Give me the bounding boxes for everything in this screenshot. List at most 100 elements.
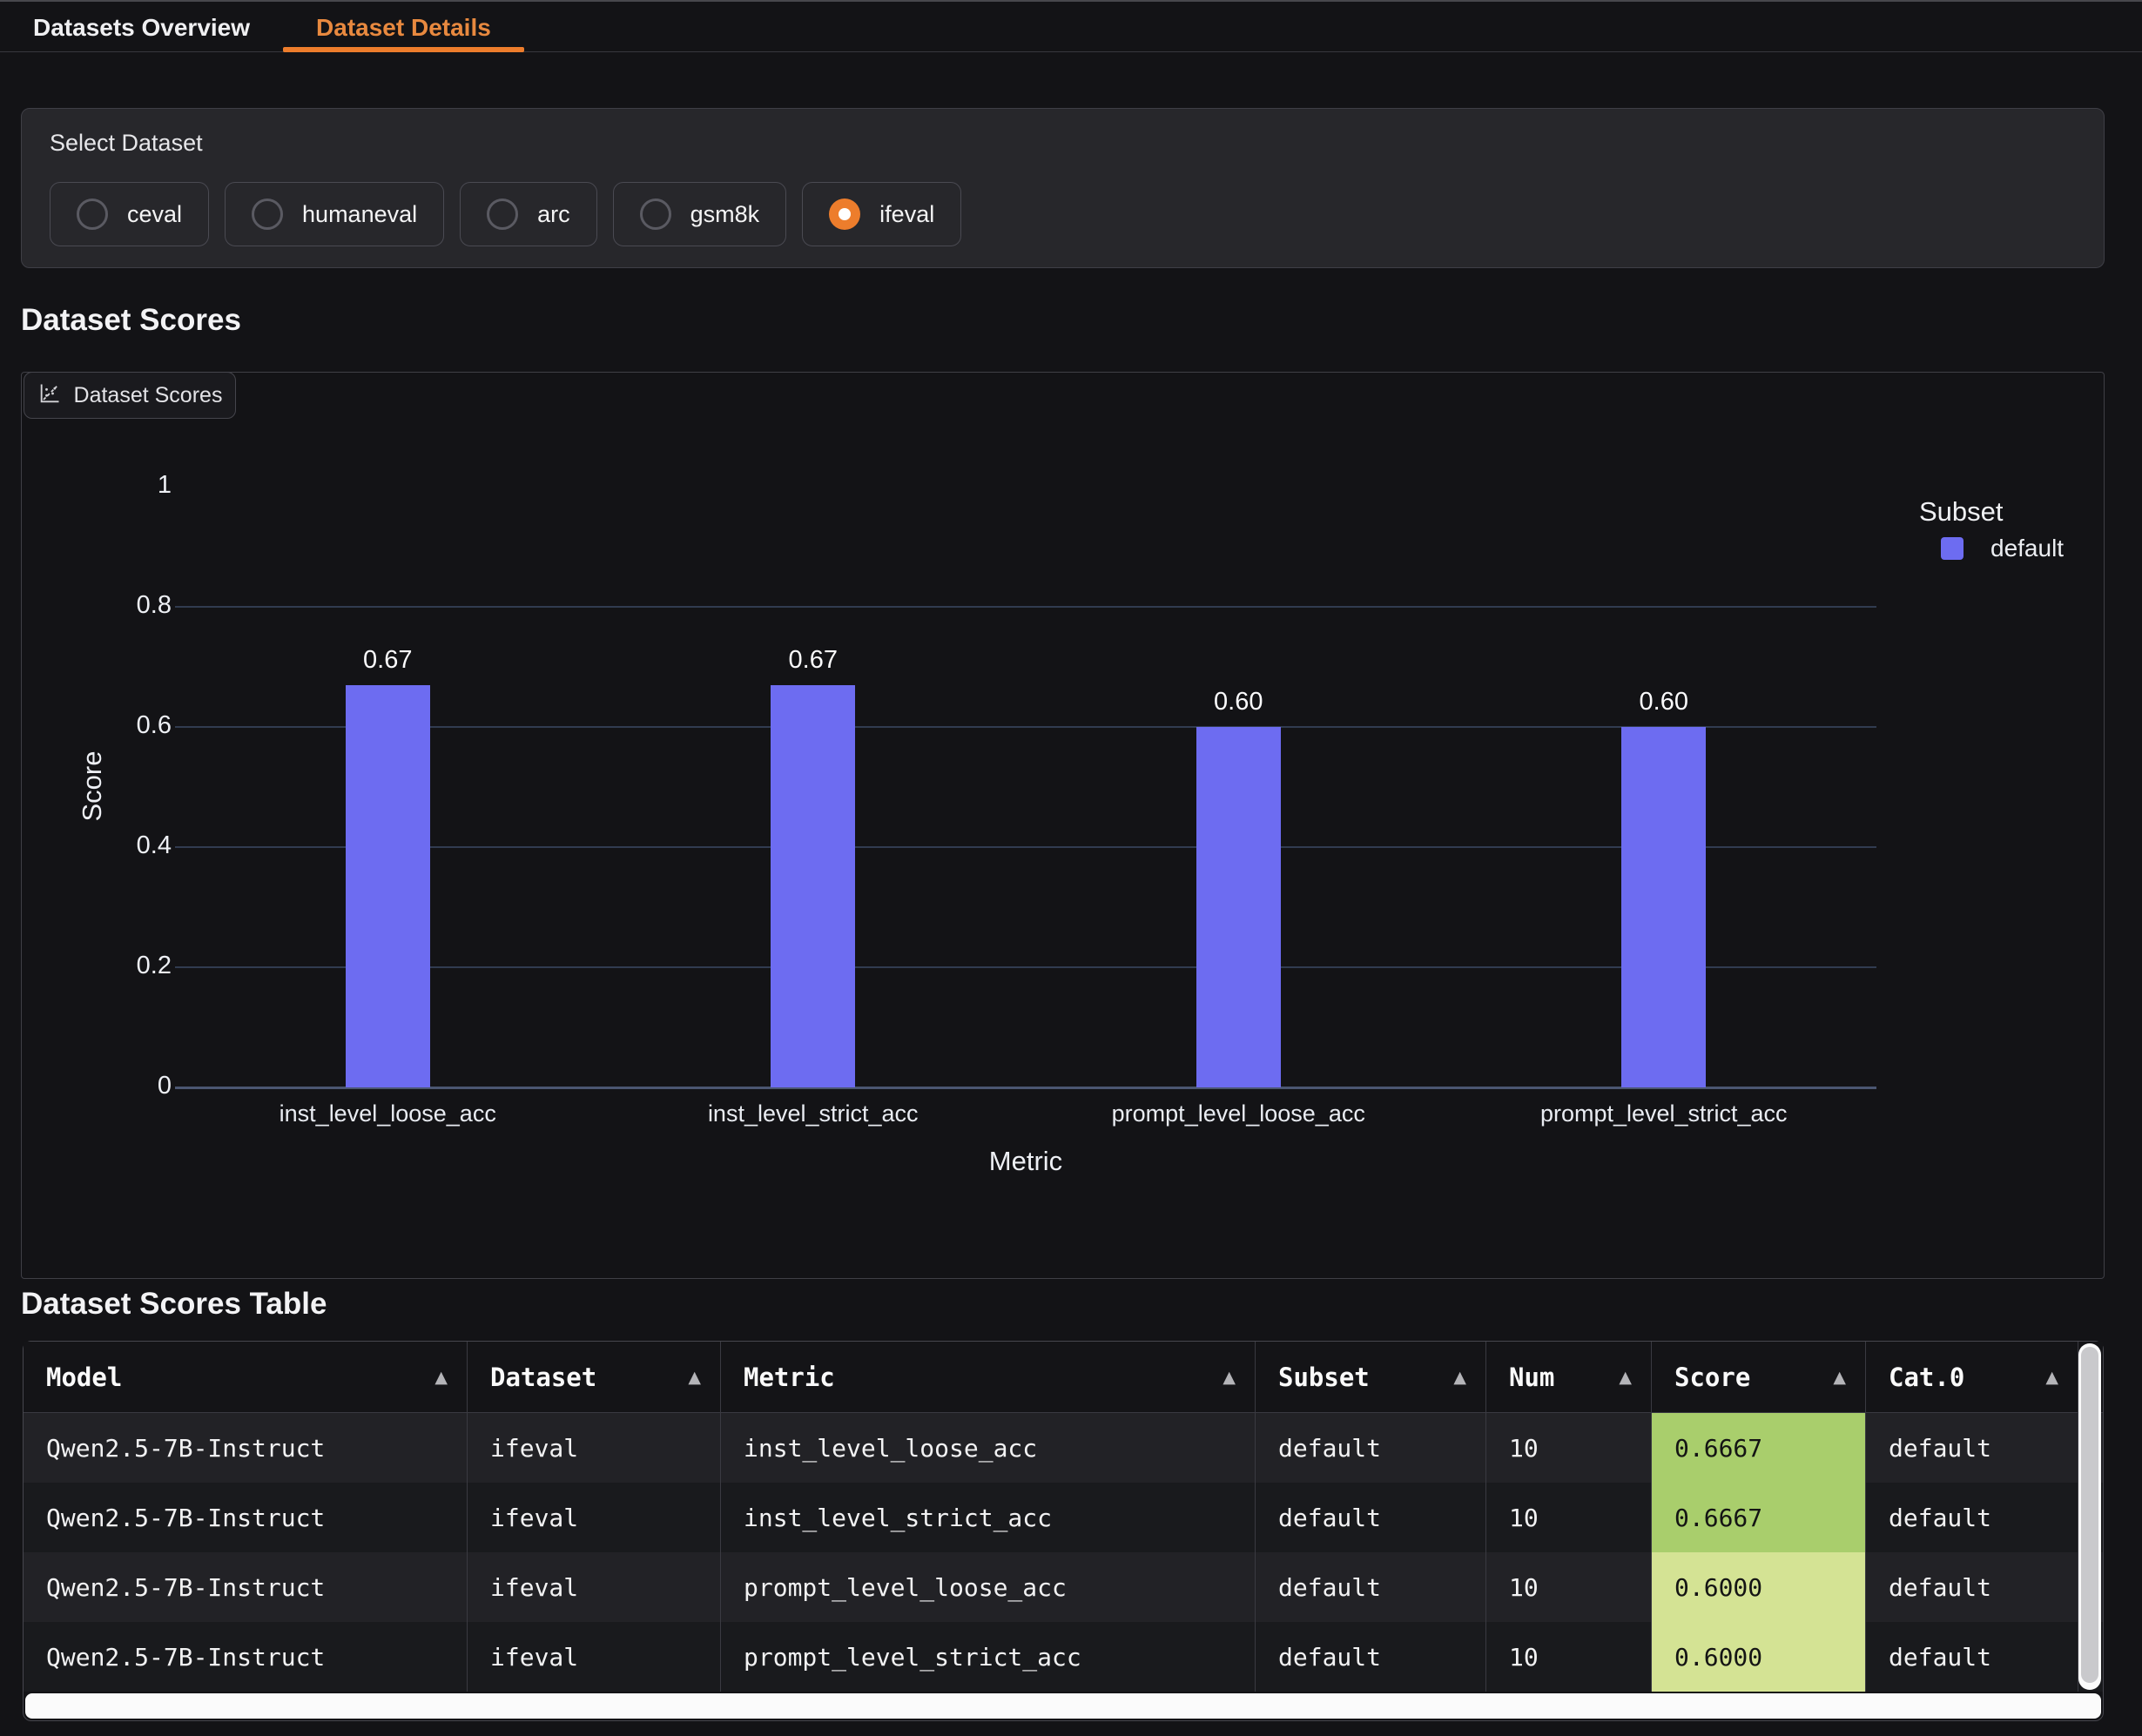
y-axis-tick-label: 0	[67, 1072, 172, 1100]
cell-model[interactable]: Qwen2.5-7B-Instruct	[24, 1483, 468, 1552]
bar-chart: Score00.20.40.60.810.67inst_level_loose_…	[22, 373, 2104, 1278]
cell-model[interactable]: Qwen2.5-7B-Instruct	[24, 1622, 468, 1692]
sort-arrow-icon[interactable]: ▲	[1619, 1368, 1632, 1387]
cell-score[interactable]: 0.6667	[1652, 1483, 1866, 1552]
column-header-label: Score	[1674, 1363, 1750, 1392]
sort-arrow-icon[interactable]: ▲	[1223, 1368, 1236, 1387]
cell-dataset[interactable]: ifeval	[468, 1483, 721, 1552]
sort-arrow-icon[interactable]: ▲	[434, 1368, 448, 1387]
table-row: Qwen2.5-7B-Instructifevalinst_level_stri…	[24, 1483, 2103, 1552]
x-axis-title: Metric	[895, 1146, 1156, 1177]
bar-value-label: 0.60	[1603, 688, 1725, 717]
chart-tab-label: Dataset Scores	[74, 383, 223, 408]
cell-dataset[interactable]: ifeval	[468, 1552, 721, 1622]
cell-num[interactable]: 10	[1486, 1413, 1652, 1483]
table-horizontal-scrollbar[interactable]	[25, 1693, 2101, 1719]
cell-score[interactable]: 0.6000	[1652, 1552, 1866, 1622]
cell-num[interactable]: 10	[1486, 1622, 1652, 1692]
vertical-scrollbar-thumb[interactable]	[2081, 1347, 2098, 1683]
y-axis-tick-label: 0.6	[67, 711, 172, 740]
x-axis-tick-label: inst_level_strict_acc	[609, 1100, 1018, 1127]
radio-option-label: ceval	[127, 201, 182, 228]
y-axis-tick-label: 0.2	[67, 952, 172, 980]
radio-circle-icon	[487, 198, 518, 230]
select-dataset-label: Select Dataset	[50, 130, 203, 157]
y-axis-tick-label: 0.8	[67, 591, 172, 620]
column-header-num[interactable]: Num ▲	[1486, 1342, 1652, 1412]
cell-metric[interactable]: prompt_level_loose_acc	[721, 1552, 1256, 1622]
bar-value-label: 0.67	[327, 646, 448, 675]
legend-entry-default[interactable]: default	[1990, 535, 2064, 562]
app-root: Datasets Overview Dataset Details Select…	[0, 0, 2142, 1736]
cell-metric[interactable]: prompt_level_strict_acc	[721, 1622, 1256, 1692]
sort-arrow-icon[interactable]: ▲	[2045, 1368, 2058, 1387]
y-axis-tick-label: 1	[67, 471, 172, 500]
sort-arrow-icon[interactable]: ▲	[688, 1368, 701, 1387]
column-header-dataset[interactable]: Dataset ▲	[468, 1342, 721, 1412]
table-header-row: Model▲Dataset▲Metric▲Subset▲Num▲Score▲Ca…	[24, 1342, 2103, 1413]
legend-swatch[interactable]	[1941, 537, 1964, 560]
radio-option-label: arc	[537, 201, 570, 228]
chart-tab-chip[interactable]: Dataset Scores	[24, 372, 236, 419]
cell-subset[interactable]: default	[1256, 1552, 1486, 1622]
dataset-radio-ceval[interactable]: ceval	[50, 182, 209, 246]
y-axis-title: Score	[40, 734, 145, 838]
radio-option-label: ifeval	[879, 201, 934, 228]
column-header-score[interactable]: Score ▲	[1652, 1342, 1866, 1412]
cell-score[interactable]: 0.6667	[1652, 1413, 1866, 1483]
dataset-radio-gsm8k[interactable]: gsm8k	[613, 182, 787, 246]
bar-value-label: 0.67	[752, 646, 874, 675]
radio-circle-icon	[252, 198, 283, 230]
bar-inst_level_loose_acc[interactable]	[346, 685, 430, 1087]
cell-dataset[interactable]: ifeval	[468, 1622, 721, 1692]
column-header-metric[interactable]: Metric ▲	[721, 1342, 1256, 1412]
radio-option-label: gsm8k	[690, 201, 760, 228]
column-header-label: Metric	[744, 1363, 835, 1392]
column-header-model[interactable]: Model▲	[24, 1342, 468, 1412]
sort-arrow-icon[interactable]: ▲	[1453, 1368, 1466, 1387]
column-header-cat-0[interactable]: Cat.0 ▲	[1866, 1342, 2078, 1412]
cell-dataset[interactable]: ifeval	[468, 1413, 721, 1483]
cell-model[interactable]: Qwen2.5-7B-Instruct	[24, 1413, 468, 1483]
cell-cat-0[interactable]: default	[1866, 1552, 2078, 1622]
dataset-scores-chart-panel: Dataset Scores Score00.20.40.60.810.67in…	[21, 372, 2105, 1279]
table-body: Qwen2.5-7B-Instructifevalinst_level_loos…	[24, 1413, 2103, 1692]
cell-score[interactable]: 0.6000	[1652, 1622, 1866, 1692]
x-axis-tick-label: prompt_level_loose_acc	[1034, 1100, 1443, 1127]
sort-arrow-icon[interactable]: ▲	[1833, 1368, 1846, 1387]
gridline	[175, 606, 1876, 608]
bar-inst_level_strict_acc[interactable]	[771, 685, 855, 1087]
cell-subset[interactable]: default	[1256, 1483, 1486, 1552]
dataset-radio-arc[interactable]: arc	[460, 182, 597, 246]
cell-model[interactable]: Qwen2.5-7B-Instruct	[24, 1552, 468, 1622]
cell-cat-0[interactable]: default	[1866, 1483, 2078, 1552]
bar-prompt_level_strict_acc[interactable]	[1621, 727, 1706, 1087]
dataset-radio-ifeval[interactable]: ifeval	[802, 182, 961, 246]
column-header-label: Num	[1509, 1363, 1554, 1392]
cell-cat-0[interactable]: default	[1866, 1622, 2078, 1692]
radio-circle-icon	[829, 198, 860, 230]
cell-metric[interactable]: inst_level_loose_acc	[721, 1413, 1256, 1483]
scatter-chart-icon	[37, 381, 62, 410]
column-header-label: Dataset	[490, 1363, 596, 1392]
bar-value-label: 0.60	[1177, 688, 1299, 717]
cell-subset[interactable]: default	[1256, 1622, 1486, 1692]
dataset-scores-table: Model▲Dataset▲Metric▲Subset▲Num▲Score▲Ca…	[23, 1341, 2104, 1721]
column-header-subset[interactable]: Subset ▲	[1256, 1342, 1486, 1412]
top-tab-bar: Datasets Overview Dataset Details	[0, 3, 2142, 52]
cell-cat-0[interactable]: default	[1866, 1413, 2078, 1483]
cell-metric[interactable]: inst_level_strict_acc	[721, 1483, 1256, 1552]
table-vertical-scrollbar[interactable]	[2078, 1343, 2101, 1690]
table-row: Qwen2.5-7B-Instructifevalinst_level_loos…	[24, 1413, 2103, 1483]
tab-dataset-details[interactable]: Dataset Details	[283, 3, 524, 51]
dataset-radio-humaneval[interactable]: humaneval	[225, 182, 444, 246]
bar-prompt_level_loose_acc[interactable]	[1196, 727, 1281, 1087]
radio-circle-icon	[77, 198, 108, 230]
column-header-label: Subset	[1278, 1363, 1370, 1392]
cell-num[interactable]: 10	[1486, 1483, 1652, 1552]
cell-subset[interactable]: default	[1256, 1413, 1486, 1483]
tab-datasets-overview[interactable]: Datasets Overview	[0, 3, 283, 51]
cell-num[interactable]: 10	[1486, 1552, 1652, 1622]
radio-circle-icon	[640, 198, 671, 230]
column-header-label: Cat.0	[1889, 1363, 1964, 1392]
